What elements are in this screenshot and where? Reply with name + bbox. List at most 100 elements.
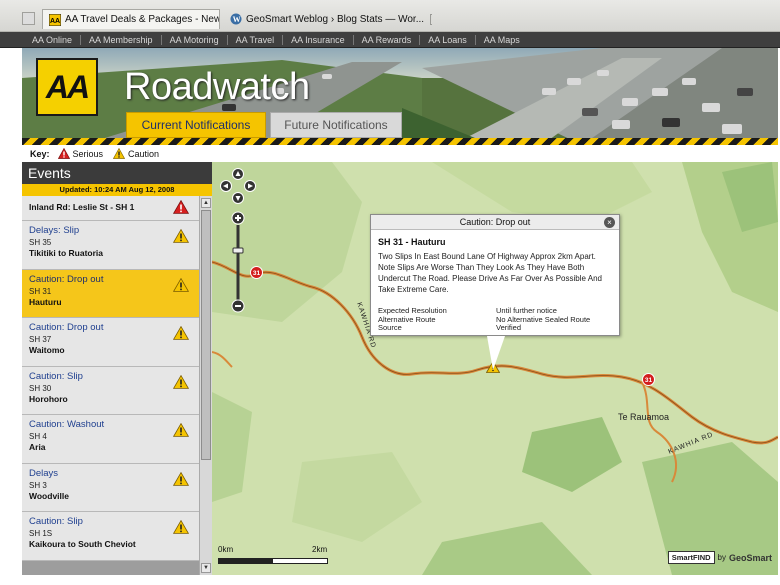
caution-warning-icon bbox=[113, 148, 126, 159]
close-icon[interactable]: × bbox=[604, 217, 615, 228]
caution-warning-icon bbox=[173, 326, 189, 340]
scroll-up-arrow-icon[interactable]: ▲ bbox=[201, 198, 211, 208]
detail-value: Verified bbox=[496, 323, 522, 332]
event-place: Woodville bbox=[29, 490, 69, 501]
event-item[interactable]: Delays SH 3 Woodville bbox=[22, 463, 199, 512]
event-road: SH 30 bbox=[29, 383, 52, 393]
aa-favicon-icon: AA bbox=[49, 13, 61, 26]
detail-label: Source bbox=[378, 323, 402, 332]
roadwatch-title: Roadwatch bbox=[124, 66, 310, 108]
map-scale-bar: 0km 2km bbox=[218, 543, 338, 571]
zoom-slider-track[interactable] bbox=[236, 225, 240, 300]
event-item[interactable]: Caution: Washout SH 4 Aria bbox=[22, 415, 199, 464]
map-attribution[interactable]: SmartFIND by GeoSmart bbox=[667, 551, 772, 564]
nav-link-aa-loans[interactable]: AA Loans bbox=[420, 34, 476, 45]
hazard-stripe bbox=[22, 138, 778, 145]
event-item[interactable]: Caution: Slip SH 30 Horohoro bbox=[22, 366, 199, 415]
caution-warning-icon bbox=[173, 277, 189, 292]
highway-shield-sh31: 31 bbox=[250, 266, 263, 279]
site-nav: AA Online AA Membership AA Motoring AA T… bbox=[0, 32, 780, 48]
caution-warning-icon bbox=[173, 471, 189, 486]
map-view[interactable]: 31 31 KAWHIA RD KAWHIA RD Te Rauamoa Cau… bbox=[212, 162, 778, 575]
event-item[interactable]: Caution: Drop out SH 31 Hauturu bbox=[22, 269, 199, 318]
nav-link-aa-membership[interactable]: AA Membership bbox=[81, 34, 162, 45]
caution-warning-icon bbox=[173, 520, 189, 534]
browser-tab-strip: AA AA Travel Deals & Packages - New Ze..… bbox=[0, 0, 780, 32]
event-place: Hauturu bbox=[29, 296, 62, 307]
browser-tab-title: GeoSmart Weblog › Blog Stats — Wor... bbox=[246, 13, 425, 25]
event-item[interactable]: Inland Rd: Leslie St - SH 1 bbox=[22, 196, 199, 221]
scroll-thumb[interactable] bbox=[201, 210, 211, 460]
caution-warning-icon bbox=[173, 374, 189, 389]
scale-start: 0km bbox=[218, 545, 234, 554]
browser-tab-title: AA Travel Deals & Packages - New Ze... bbox=[65, 14, 220, 25]
nav-link-aa-rewards[interactable]: AA Rewards bbox=[354, 34, 421, 45]
event-place: Tikitiki to Ruatoria bbox=[29, 248, 103, 258]
browser-tab-geosmart[interactable]: W GeoSmart Weblog › Blog Stats — Wor... … bbox=[224, 9, 432, 29]
event-road: SH 37 bbox=[29, 335, 52, 344]
event-place: Kaikoura to South Cheviot bbox=[29, 539, 136, 549]
event-place: Aria bbox=[29, 442, 46, 452]
events-list[interactable]: Inland Rd: Leslie St - SH 1 Delays: Slip S… bbox=[22, 196, 199, 575]
popup-header: Caution: Drop out bbox=[371, 215, 619, 230]
event-title: Caution: Slip bbox=[29, 370, 83, 382]
key-serious-label: Serious bbox=[72, 148, 104, 159]
key-label: Key: bbox=[30, 148, 50, 159]
event-place: Horohoro bbox=[29, 393, 68, 404]
legend-key: Key: Serious Caution bbox=[22, 145, 778, 162]
map-zoom-control[interactable] bbox=[220, 168, 256, 318]
wordpress-favicon-icon: W bbox=[230, 13, 242, 25]
town-label: Te Rauamoa bbox=[618, 412, 670, 422]
roadwatch-banner: AA Roadwatch Current Notifications Futur… bbox=[22, 48, 778, 145]
event-item[interactable]: Caution: Slip SH 1S Kaikoura to South Chev… bbox=[22, 512, 199, 561]
event-title: Caution: Slip bbox=[29, 516, 83, 527]
scale-end: 2km bbox=[312, 545, 328, 554]
svg-text:W: W bbox=[233, 15, 241, 24]
pan-control[interactable] bbox=[220, 168, 256, 204]
popup-title: SH 31 - Hauturu bbox=[378, 237, 446, 247]
popup-description: Two Slips In East Bound Lane Of Highway … bbox=[378, 252, 602, 294]
aa-logo[interactable]: AA bbox=[36, 58, 98, 116]
serious-warning-icon bbox=[173, 200, 189, 214]
event-road: SH 35 bbox=[29, 238, 52, 247]
event-road: SH 31 bbox=[29, 286, 52, 296]
nav-link-aa-maps[interactable]: AA Maps bbox=[476, 35, 528, 45]
event-title: Caution: Washout bbox=[29, 419, 105, 430]
events-heading: Events bbox=[22, 162, 212, 184]
geosmart-logo: GeoSmart bbox=[728, 552, 772, 563]
tab-list-button[interactable] bbox=[22, 12, 35, 25]
close-icon[interactable]: × bbox=[430, 13, 432, 25]
tab-current-notifications[interactable]: Current Notifications bbox=[126, 112, 266, 138]
key-caution-label: Caution bbox=[128, 148, 160, 159]
event-title: Delays: Slip bbox=[29, 225, 80, 236]
event-road: SH 4 bbox=[29, 432, 47, 441]
attribution-by: by bbox=[717, 553, 726, 562]
scroll-down-arrow-icon[interactable]: ▼ bbox=[201, 563, 211, 573]
nav-link-aa-travel[interactable]: AA Travel bbox=[228, 34, 284, 45]
key-caution: Caution bbox=[113, 148, 159, 159]
smartfind-logo: SmartFIND bbox=[667, 551, 715, 564]
nav-link-aa-insurance[interactable]: AA Insurance bbox=[283, 34, 354, 45]
event-title: Caution: Drop out bbox=[29, 322, 104, 333]
event-road: SH 1S bbox=[29, 529, 53, 538]
event-road: SH 3 bbox=[29, 480, 47, 490]
event-place: Waitomo bbox=[29, 345, 65, 355]
app-window: AA AA Travel Deals & Packages - New Ze..… bbox=[0, 0, 780, 585]
browser-tab-aa[interactable]: AA AA Travel Deals & Packages - New Ze..… bbox=[42, 9, 220, 29]
svg-text:AA: AA bbox=[50, 18, 60, 25]
tab-future-notifications[interactable]: Future Notifications bbox=[270, 112, 402, 138]
zoom-slider-thumb[interactable] bbox=[232, 247, 244, 254]
event-title: Inland Rd: Leslie St - SH 1 bbox=[29, 202, 135, 212]
serious-warning-icon bbox=[57, 148, 70, 159]
event-item[interactable]: Delays: Slip SH 35 Tikitiki to Ruatoria bbox=[22, 221, 199, 270]
key-serious: Serious bbox=[57, 148, 104, 159]
caution-warning-icon bbox=[173, 229, 189, 243]
nav-link-aa-online[interactable]: AA Online bbox=[24, 34, 82, 45]
events-updated-time: Updated: 10:24 AM Aug 12, 2008 bbox=[22, 184, 212, 196]
events-scrollbar[interactable]: ▲ ▼ bbox=[199, 196, 212, 575]
incident-popup: Caution: Drop out × SH 31 - Hauturu Two … bbox=[370, 214, 620, 370]
highway-shield-sh31: 31 bbox=[642, 373, 655, 386]
event-item[interactable]: Caution: Drop out SH 37 Waitomo bbox=[22, 318, 199, 367]
event-title: Delays bbox=[29, 467, 59, 479]
nav-link-aa-motoring[interactable]: AA Motoring bbox=[162, 34, 228, 45]
